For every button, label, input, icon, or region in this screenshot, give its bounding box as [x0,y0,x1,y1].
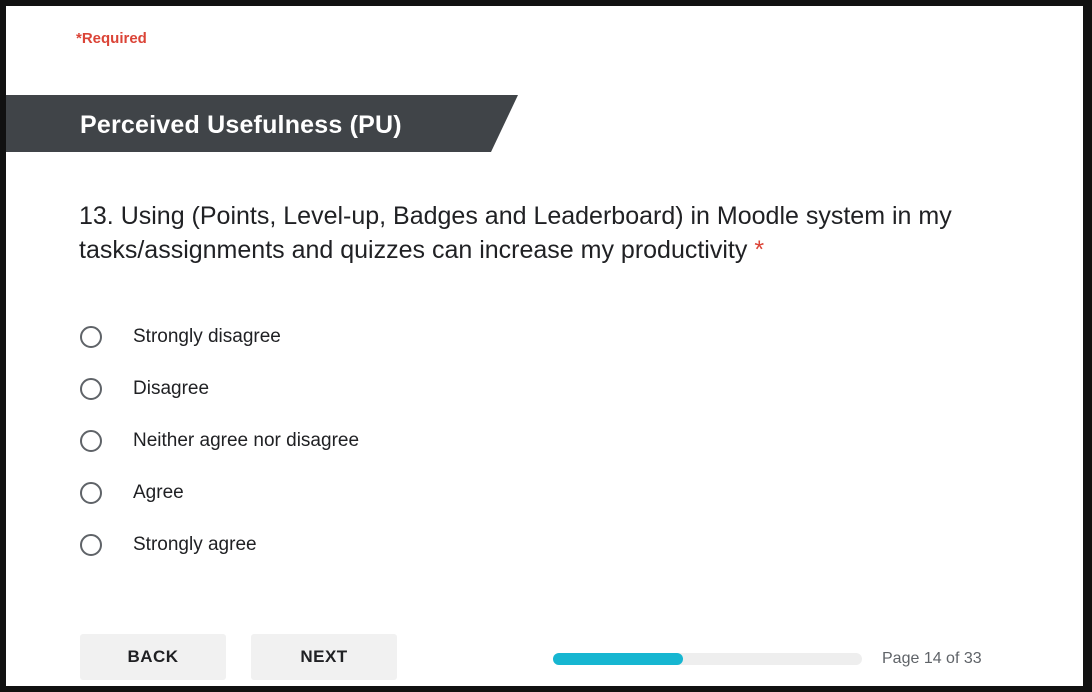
form-frame: *Required Perceived Usefulness (PU) 13. … [0,0,1092,692]
section-title: Perceived Usefulness (PU) [80,111,402,139]
radio-button[interactable] [80,378,102,400]
radio-button[interactable] [80,534,102,556]
progress-bar [553,653,862,665]
question-text: 13. Using (Points, Level-up, Badges and … [79,199,1059,267]
option-agree[interactable]: Agree [80,467,359,519]
option-label: Strongly agree [133,534,257,555]
option-label: Strongly disagree [133,326,281,347]
radio-button[interactable] [80,482,102,504]
progress-fill [553,653,683,665]
radio-button[interactable] [80,430,102,452]
option-label: Neither agree nor disagree [133,430,360,451]
answer-options: Strongly disagree Disagree Neither agree… [80,311,359,571]
required-note: *Required [76,30,147,47]
option-strongly-agree[interactable]: Strongly agree [80,519,359,571]
question-label: 13. Using (Points, Level-up, Badges and … [79,202,952,264]
required-asterisk: * [754,236,765,264]
option-disagree[interactable]: Disagree [80,363,359,415]
radio-button[interactable] [80,326,102,348]
next-button[interactable]: NEXT [251,634,397,680]
option-label: Disagree [133,378,210,399]
option-neither[interactable]: Neither agree nor disagree [80,415,359,467]
option-strongly-disagree[interactable]: Strongly disagree [80,311,359,363]
page-indicator: Page 14 of 33 [882,650,982,667]
back-button[interactable]: BACK [80,634,226,680]
option-label: Agree [133,482,184,503]
